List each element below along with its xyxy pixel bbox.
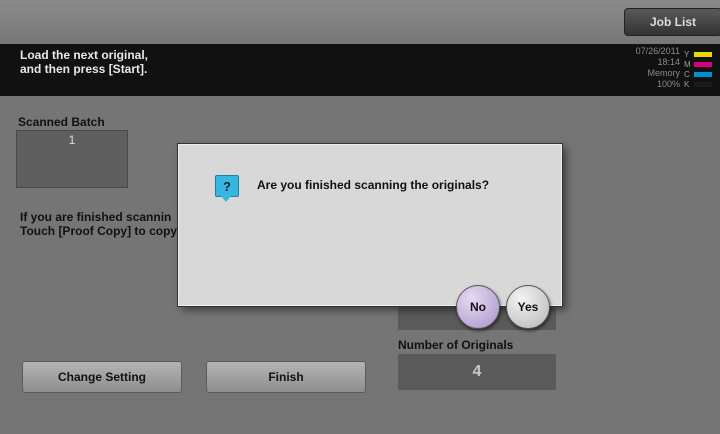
- scanned-batch-label: Scanned Batch: [18, 115, 105, 129]
- toner-bar: [694, 51, 712, 57]
- yes-button[interactable]: Yes: [506, 285, 550, 329]
- toner-y: Y: [684, 49, 718, 59]
- number-of-originals-value: 4: [472, 363, 482, 380]
- toner-label: C: [684, 69, 690, 79]
- status-panel: 07/26/2011 18:14 Memory 100%: [636, 46, 680, 90]
- toner-label: Y: [684, 49, 690, 59]
- toner-m: M: [684, 59, 718, 69]
- number-of-originals-label: Number of Originals: [398, 338, 514, 352]
- info-line-2: Touch [Proof Copy] to copy: [20, 224, 178, 238]
- scanned-batch-box: 1: [16, 130, 128, 188]
- job-list-button[interactable]: Job List: [624, 8, 720, 36]
- number-of-originals-box: 4: [398, 354, 556, 390]
- status-time: 18:14: [657, 57, 680, 67]
- toner-bar: [694, 81, 712, 87]
- top-bar: Job List: [0, 0, 720, 44]
- scanned-batch-value: 1: [68, 133, 76, 147]
- confirm-dialog: ? Are you finished scanning the original…: [178, 144, 562, 306]
- message-bar: Load the next original, and then press […: [0, 44, 720, 96]
- toner-bar: [694, 71, 712, 77]
- toner-levels: YMCK: [684, 49, 718, 89]
- dialog-question: Are you finished scanning the originals?: [257, 178, 490, 192]
- toner-label: K: [684, 79, 690, 89]
- question-icon: ?: [215, 175, 239, 202]
- message-line-2: and then press [Start].: [20, 62, 148, 76]
- finish-button[interactable]: Finish: [206, 361, 366, 393]
- change-setting-button[interactable]: Change Setting: [22, 361, 182, 393]
- toner-c: C: [684, 69, 718, 79]
- message-line-1: Load the next original,: [20, 48, 149, 62]
- no-button[interactable]: No: [456, 285, 500, 329]
- memory-value: 100%: [656, 79, 680, 89]
- status-date: 07/26/2011: [635, 46, 680, 56]
- toner-k: K: [684, 79, 718, 89]
- info-line-1: If you are finished scannin: [20, 210, 172, 224]
- toner-bar: [694, 61, 712, 67]
- memory-label: Memory: [647, 68, 680, 78]
- toner-label: M: [684, 59, 691, 69]
